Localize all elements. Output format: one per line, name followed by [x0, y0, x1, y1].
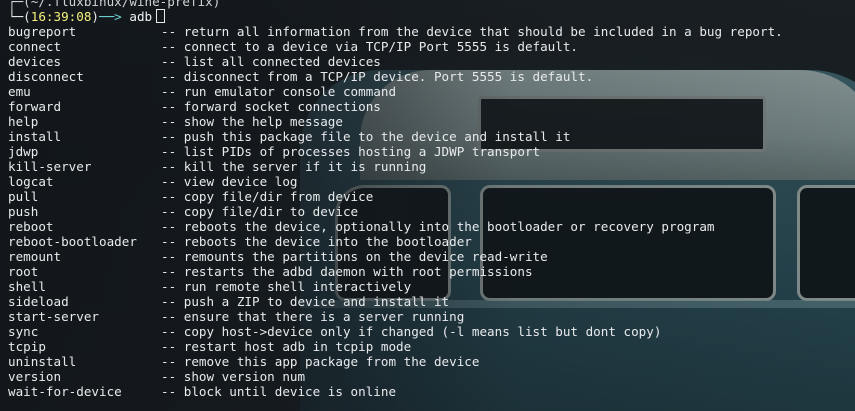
completion-item[interactable]: logcat -- view device log — [8, 174, 855, 189]
completion-item[interactable]: pull -- copy file/dir from device — [8, 189, 855, 204]
completion-command-name: logcat — [8, 174, 54, 189]
completion-item[interactable]: remount -- remounts the partitions on the… — [8, 249, 855, 264]
completion-command-name: pull — [8, 189, 39, 204]
completion-item[interactable]: devices -- list all connected devices — [8, 54, 855, 69]
completion-item[interactable]: push -- copy file/dir to device — [8, 204, 855, 219]
completion-command-name: shell — [8, 279, 46, 294]
typed-command: adb — [129, 9, 153, 24]
completion-command-name: forward — [8, 99, 62, 114]
completion-command-description: -- block until device is online — [161, 384, 397, 399]
completion-command-name: install — [8, 129, 62, 144]
completion-command-description: -- reboots the device, optionally into t… — [161, 219, 715, 234]
completion-command-description: -- reboots the device into the bootloade… — [161, 234, 472, 249]
completion-command-description: -- connect to a device via TCP/IP Port 5… — [161, 39, 579, 54]
completion-item[interactable]: disconnect -- disconnect from a TCP/IP de… — [8, 69, 855, 84]
completion-command-description: -- list all connected devices — [161, 54, 381, 69]
prompt-time: 16:39:08 — [30, 9, 92, 24]
completion-command-description: -- show version num — [161, 369, 306, 384]
completion-command-name: emu — [8, 84, 31, 99]
completion-item[interactable]: reboot-bootloader -- reboots the device i… — [8, 234, 855, 249]
completion-command-description: -- list PIDs of processes hosting a JDWP… — [161, 144, 541, 159]
completion-command-name: devices — [8, 54, 62, 69]
completion-item[interactable]: kill-server -- kill the server if it is r… — [8, 159, 855, 174]
completion-command-name: tcpip — [8, 339, 46, 354]
completion-item[interactable]: emu -- run emulator console command — [8, 84, 855, 99]
completion-item[interactable]: tcpip -- restart host adb in tcpip mode — [8, 339, 855, 354]
completion-list: bugreport -- return all information from … — [8, 24, 855, 399]
completion-command-description: -- show the help message — [161, 114, 343, 129]
completion-command-description: -- push this package file to the device … — [161, 129, 571, 144]
completion-command-description: -- forward socket connections — [161, 99, 381, 114]
prompt-arrow-icon: ──> — [99, 9, 122, 24]
completion-command-name: reboot-bootloader — [8, 234, 137, 249]
completion-item[interactable]: sideload -- push a ZIP to device and inst… — [8, 294, 855, 309]
prompt-path-line: ┌─(~/.fluxbinux/wine-prefix) — [8, 0, 855, 9]
completion-command-description: -- run remote shell interactively — [161, 279, 412, 294]
completion-command-description: -- return all information from the devic… — [161, 24, 783, 39]
completion-item[interactable]: wait-for-device -- block until device is … — [8, 384, 855, 399]
completion-command-name: remount — [8, 249, 62, 264]
completion-command-description: -- run emulator console command — [161, 84, 397, 99]
completion-command-description: -- restart host adb in tcpip mode — [161, 339, 412, 354]
cursor — [156, 9, 166, 23]
completion-command-description: -- push a ZIP to device and install it — [161, 294, 450, 309]
completion-item[interactable]: reboot -- reboots the device, optionally … — [8, 219, 855, 234]
completion-command-description: -- copy file/dir from device — [161, 189, 374, 204]
completion-command-name: sideload — [8, 294, 69, 309]
completion-command-name: kill-server — [8, 159, 92, 174]
completion-command-description: -- restarts the adbd daemon with root pe… — [161, 264, 533, 279]
completion-item[interactable]: root -- restarts the adbd daemon with roo… — [8, 264, 855, 279]
completion-item[interactable]: bugreport -- return all information from … — [8, 24, 855, 39]
completion-item[interactable]: connect -- connect to a device via TCP/IP… — [8, 39, 855, 54]
completion-item[interactable]: shell -- run remote shell interactively — [8, 279, 855, 294]
completion-item[interactable]: install -- push this package file to the … — [8, 129, 855, 144]
completion-item[interactable]: start-server -- ensure that there is a se… — [8, 309, 855, 324]
completion-command-name: start-server — [8, 309, 99, 324]
completion-command-name: bugreport — [8, 24, 77, 39]
completion-command-description: -- kill the server if it is running — [161, 159, 427, 174]
completion-item[interactable]: forward -- forward socket connections — [8, 99, 855, 114]
completion-command-name: sync — [8, 324, 39, 339]
terminal-window[interactable]: ┌─(~/.fluxbinux/wine-prefix) └─(16:39:08… — [0, 0, 855, 411]
terminal-output: ┌─(~/.fluxbinux/wine-prefix) └─(16:39:08… — [8, 0, 855, 399]
completion-command-name: reboot — [8, 219, 54, 234]
completion-command-description: -- copy host->device only if changed (-l… — [161, 324, 662, 339]
completion-command-name: jdwp — [8, 144, 39, 159]
prompt-line: └─(16:39:08)──> adb — [8, 9, 855, 24]
completion-item[interactable]: uninstall -- remove this app package from… — [8, 354, 855, 369]
completion-command-description: -- remounts the partitions on the device… — [161, 249, 548, 264]
completion-command-name: version — [8, 369, 62, 384]
completion-item[interactable]: jdwp -- list PIDs of processes hosting a … — [8, 144, 855, 159]
completion-command-name: help — [8, 114, 39, 129]
prompt-path: (~/.fluxbinux/wine-prefix) — [23, 0, 221, 9]
completion-command-name: root — [8, 264, 39, 279]
completion-command-name: wait-for-device — [8, 384, 122, 399]
completion-command-name: uninstall — [8, 354, 77, 369]
completion-item[interactable]: sync -- copy host->device only if changed… — [8, 324, 855, 339]
completion-command-name: push — [8, 204, 39, 219]
completion-command-description: -- view device log — [161, 174, 298, 189]
completion-command-description: -- remove this app package from the devi… — [161, 354, 480, 369]
completion-command-name: disconnect — [8, 69, 84, 84]
completion-command-description: -- ensure that there is a server running — [161, 309, 465, 324]
completion-command-name: connect — [8, 39, 62, 54]
completion-item[interactable]: version -- show version num — [8, 369, 855, 384]
completion-item[interactable]: help -- show the help message — [8, 114, 855, 129]
completion-command-description: -- disconnect from a TCP/IP device. Port… — [161, 69, 594, 84]
completion-command-description: -- copy file/dir to device — [161, 204, 359, 219]
